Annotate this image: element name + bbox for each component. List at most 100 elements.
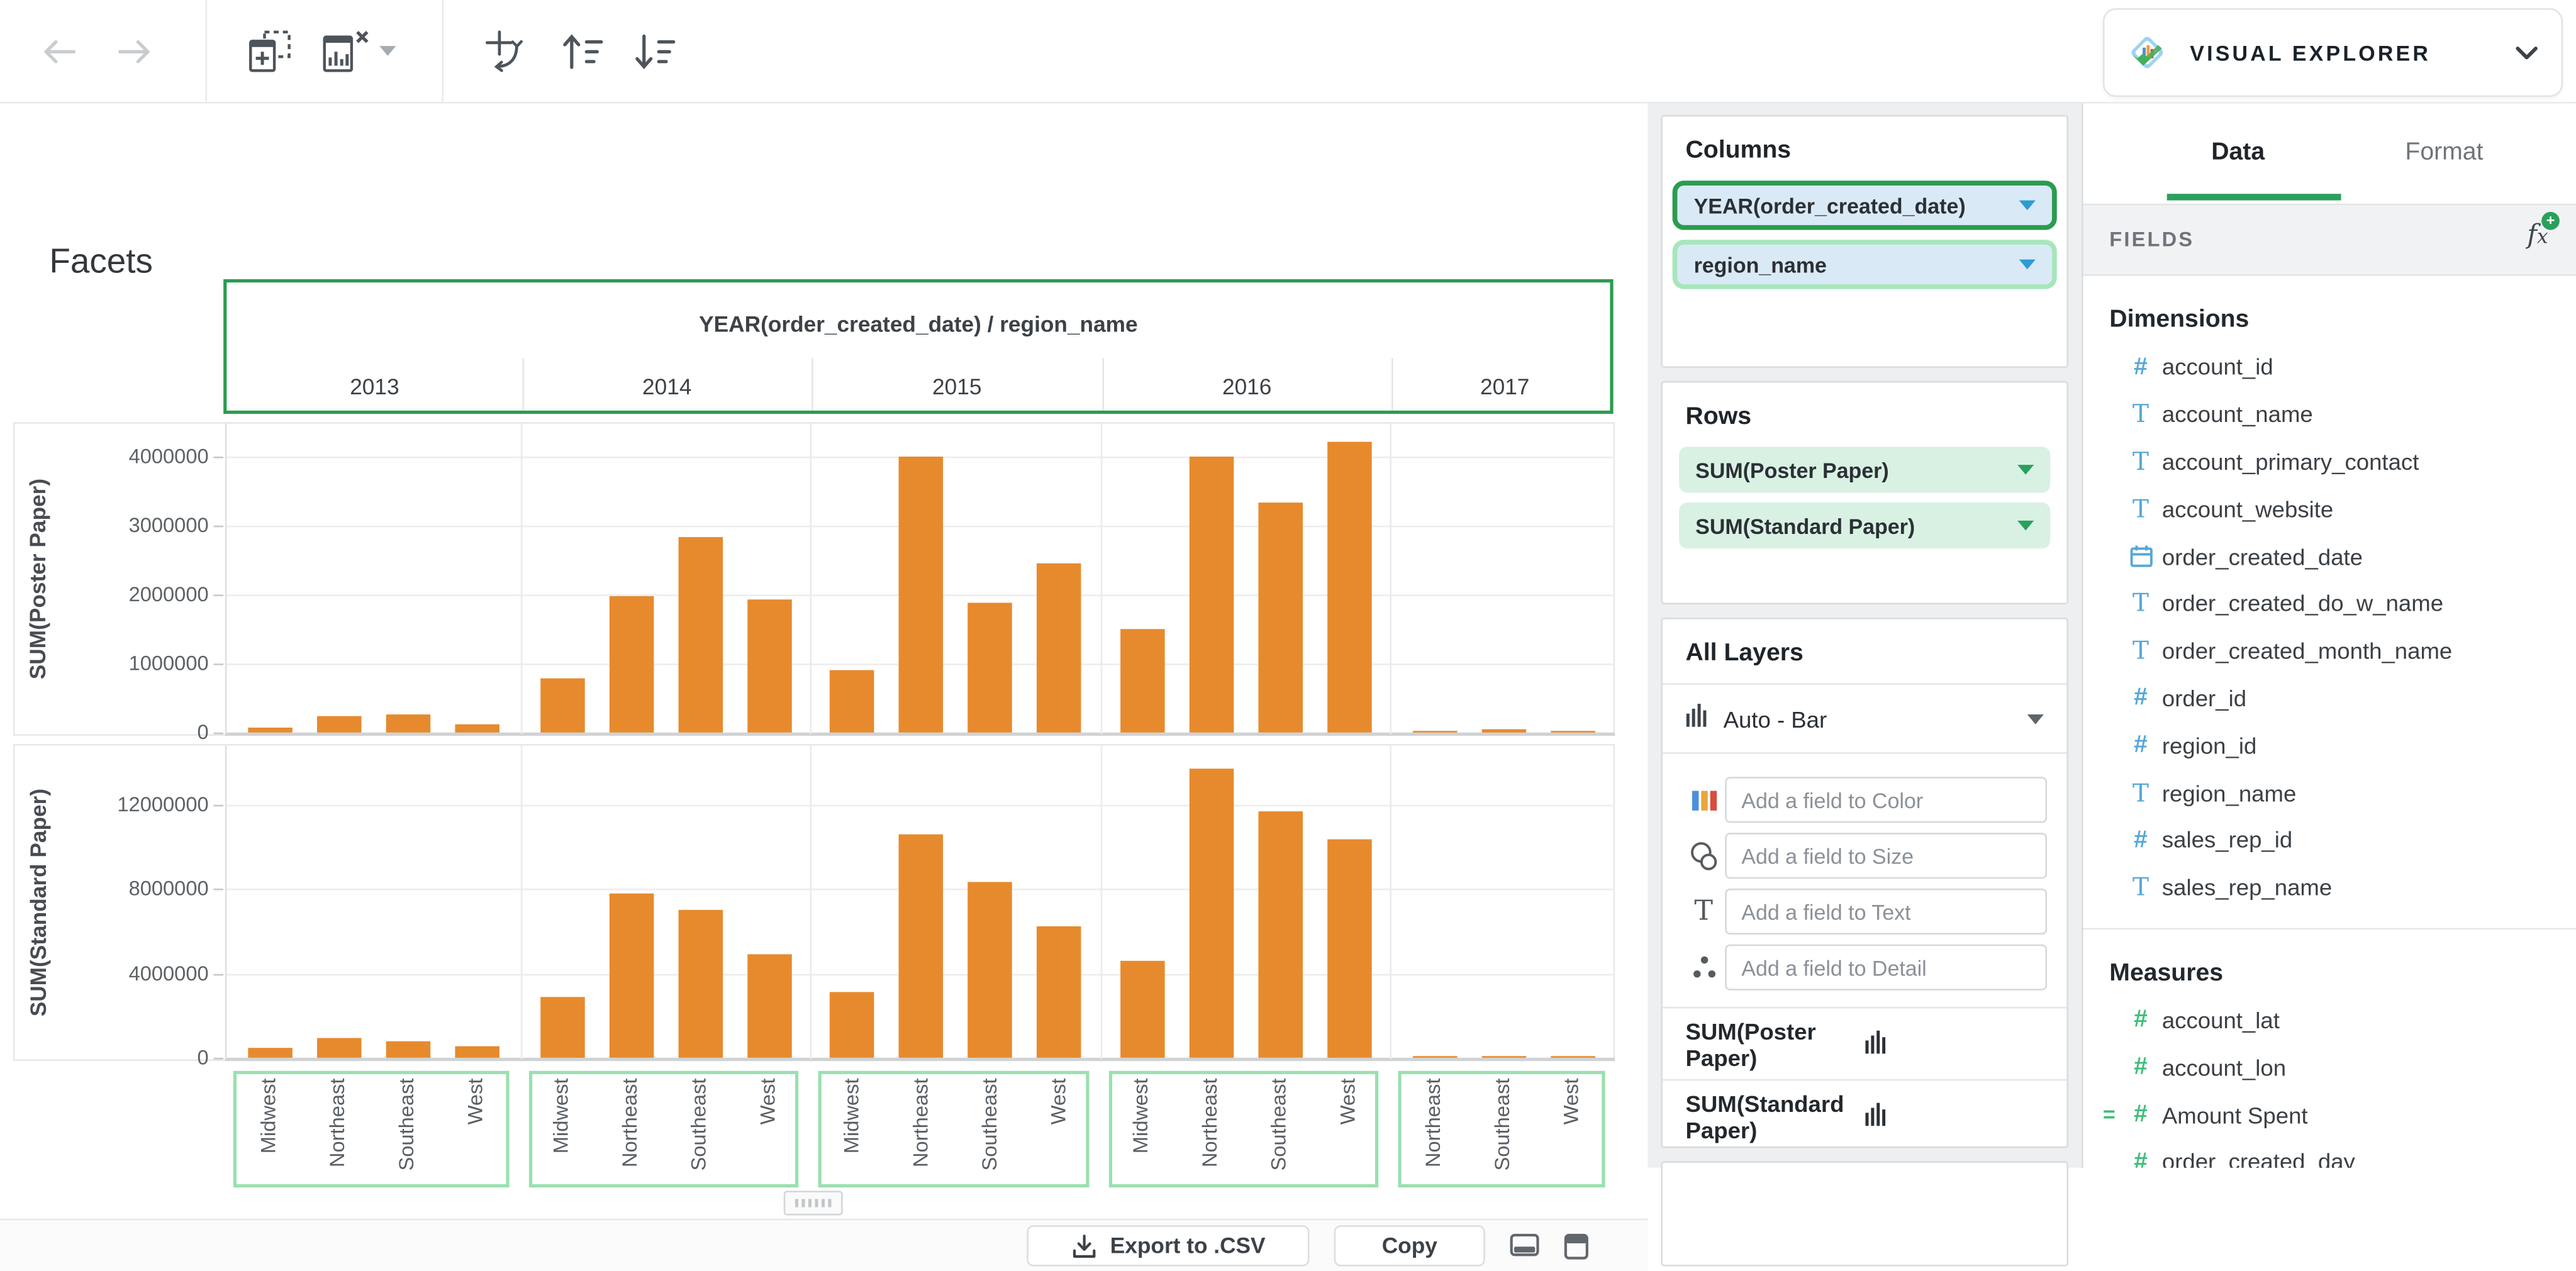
bar[interactable] [1036,563,1081,733]
field-item[interactable]: = # Amount Spent [2083,1091,2576,1138]
layer-field-row [1682,833,2048,879]
chevron-down-icon[interactable] [2017,520,2034,531]
fields-header-bar: FIELDS fx + [2083,203,2576,276]
field-item[interactable]: order_created_date [2083,533,2576,580]
add-calculated-field-icon[interactable]: fx + [2527,211,2560,251]
bar[interactable] [1481,730,1525,733]
maximize-panel-icon[interactable] [1564,1233,1588,1268]
field-item[interactable]: Taccount_primary_contact [2083,438,2576,485]
bar[interactable] [454,724,499,733]
bar[interactable] [677,910,722,1058]
copy-button[interactable]: Copy [1334,1225,1485,1267]
layer-measure-row[interactable]: SUM(Standard Paper) [1662,1079,2067,1152]
bar[interactable] [1036,927,1081,1058]
field-drop-input[interactable] [1725,944,2048,991]
bar[interactable] [1412,1055,1457,1058]
bar[interactable] [1188,769,1234,1058]
facet-header[interactable]: YEAR(order_created_date) / region_name 2… [223,279,1614,414]
row-pill[interactable]: SUM(Poster Paper) [1679,447,2051,493]
export-csv-button[interactable]: Export to .CSV [1027,1225,1310,1267]
bar[interactable] [1257,811,1302,1058]
bar[interactable] [1326,838,1371,1058]
bar[interactable] [746,954,791,1058]
swap-axes-icon[interactable] [476,0,535,102]
mark-type-select[interactable]: Auto - Bar [1662,683,2067,752]
field-item[interactable]: Tsales_rep_name [2083,863,2576,911]
bar[interactable] [454,1046,499,1058]
bar[interactable] [898,457,944,733]
gridline [225,804,1615,807]
bar[interactable] [1326,441,1371,733]
bar[interactable] [829,992,874,1058]
forward-icon[interactable] [102,0,167,102]
x-axis-label: Northeast [1198,1078,1222,1168]
add-chart-icon[interactable] [240,0,299,102]
sort-descending-icon[interactable] [624,0,683,102]
field-drop-input[interactable] [1725,888,2048,935]
field-drop-input[interactable] [1725,833,2048,879]
field-item[interactable]: Taccount_name [2083,391,2576,438]
drag-handle[interactable] [783,1191,843,1216]
row-pill[interactable]: SUM(Standard Paper) [1679,502,2051,549]
layer-measure-row[interactable]: SUM(Poster Paper) [1662,1006,2067,1079]
bar[interactable] [1119,960,1164,1058]
x-axis-label: Northeast [1422,1078,1445,1168]
bar[interactable] [316,1038,361,1058]
field-item[interactable]: # account_id [2083,343,2576,391]
bar[interactable] [898,834,944,1058]
field-item[interactable]: # sales_rep_id [2083,816,2576,863]
field-item[interactable]: Tregion_name [2083,769,2576,816]
chart-canvas: Facets YEAR(order_created_date) / region… [0,101,1648,1271]
bar[interactable] [1188,457,1234,733]
bar[interactable] [1412,730,1457,733]
bar[interactable] [746,600,791,733]
tab-data[interactable]: Data [2211,138,2265,165]
column-pill[interactable]: region_name [1677,245,2052,284]
bar[interactable] [385,1041,430,1058]
bar[interactable] [1481,1055,1525,1058]
bar-chart-icon [1865,1029,2044,1058]
remove-chart-menu-caret-icon[interactable] [374,0,401,102]
bar[interactable] [608,893,654,1058]
bar[interactable] [1550,730,1595,733]
field-item[interactable]: # account_lon [2083,1043,2576,1091]
facet-separator [810,745,812,1060]
bar[interactable] [967,602,1012,733]
field-name: account_lat [2161,1006,2280,1033]
bar[interactable] [1257,502,1302,733]
field-item[interactable]: # account_lat [2083,996,2576,1043]
bar[interactable] [247,1047,292,1058]
bar[interactable] [1550,1055,1595,1058]
bar[interactable] [316,716,361,733]
bar[interactable] [608,596,654,733]
sort-ascending-icon[interactable] [552,0,611,102]
field-item[interactable]: # order_id [2083,674,2576,721]
chevron-down-icon[interactable] [2017,465,2034,475]
bar[interactable] [539,678,584,733]
remove-chart-icon[interactable] [315,0,374,102]
bar[interactable] [829,669,874,733]
minimize-panel-icon[interactable] [1510,1233,1539,1265]
bar[interactable] [539,997,584,1058]
tab-format[interactable]: Format [2405,138,2483,165]
bar[interactable] [247,726,292,733]
field-item[interactable]: # order_created_day [2083,1138,2576,1168]
back-icon[interactable] [26,0,92,102]
chevron-down-icon[interactable] [2019,259,2036,270]
visual-explorer-selector[interactable]: VISUAL EXPLORER [2102,8,2563,97]
chevron-down-icon[interactable] [2019,200,2036,211]
bar-chart-icon [1865,1101,2044,1131]
bar[interactable] [1119,628,1164,733]
bar[interactable] [967,882,1012,1058]
field-item[interactable]: Torder_created_month_name [2083,627,2576,674]
plot-left-edge [225,745,227,1060]
facet-header-title: YEAR(order_created_date) / region_name [699,312,1138,337]
field-item[interactable]: Taccount_website [2083,485,2576,532]
field-item[interactable]: Torder_created_do_w_name [2083,580,2576,627]
column-pill[interactable]: YEAR(order_created_date) [1677,186,2052,225]
field-drop-input[interactable] [1725,777,2048,823]
field-item[interactable]: # region_id [2083,721,2576,769]
pill-label: YEAR(order_created_date) [1693,192,1966,218]
bar[interactable] [677,536,722,733]
bar[interactable] [385,714,430,733]
